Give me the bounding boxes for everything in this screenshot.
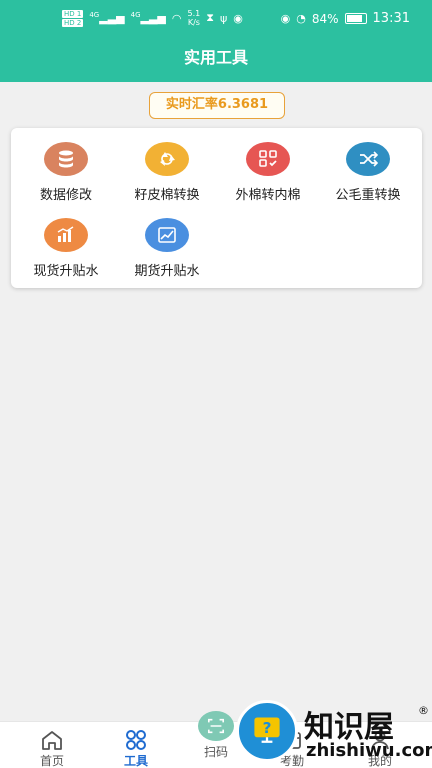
nav-label: 工具	[123, 754, 148, 768]
app-header: HD 1 HD 2 4G▂▃▅ 4G▂▃▅ ◠ 5.1 K/s ⧗ ψ ◉ ◉ …	[0, 0, 432, 82]
status-right: ◉ ◔ 84% 13:31	[281, 11, 410, 26]
recycle-icon	[145, 142, 189, 176]
signal-2-icon: 4G▂▃▅	[130, 11, 166, 25]
grid-check-icon	[246, 142, 290, 176]
tools-card: 数据修改 籽皮棉转换 外棉转内棉 公毛重转换 现货升贴水 期货升贴水	[11, 128, 422, 288]
hd1-label: HD 1	[62, 9, 84, 18]
apps-icon	[126, 730, 146, 750]
bar-chart-icon	[44, 218, 88, 252]
tool-label: 现货升贴水	[33, 264, 99, 279]
hourglass-icon: ⧗	[206, 11, 214, 24]
wifi-icon: ◠	[171, 11, 182, 25]
scan-icon	[198, 711, 234, 741]
tool-label: 数据修改	[39, 188, 92, 203]
nav-label: 首页	[39, 754, 64, 768]
watermark-domain: zhishiwu.com	[306, 740, 432, 761]
exchange-rate-badge[interactable]: 实时汇率6.3681	[149, 92, 285, 119]
tool-spot-basis[interactable]: 现货升贴水	[15, 218, 117, 279]
tool-label: 期货升贴水	[134, 264, 200, 279]
clock: 13:31	[372, 11, 410, 26]
nav-label: 扫码	[203, 745, 228, 759]
signal-1-icon: 4G▂▃▅	[89, 11, 125, 25]
line-chart-icon	[145, 218, 189, 252]
home-icon	[42, 731, 62, 750]
tool-label: 外棉转内棉	[235, 188, 301, 203]
page-title: 实用工具	[183, 48, 248, 67]
hd-indicator: HD 1 HD 2	[62, 9, 84, 27]
tool-foreign-to-domestic[interactable]: 外棉转内棉	[217, 142, 319, 203]
status-left: HD 1 HD 2 4G▂▃▅ 4G▂▃▅ ◠ 5.1 K/s ⧗ ψ ◉	[62, 9, 243, 27]
battery-icon	[344, 13, 367, 24]
shuffle-icon	[346, 142, 390, 176]
nav-home[interactable]: 首页	[22, 729, 82, 768]
battery-percent: 84%	[311, 11, 339, 26]
status-bar: HD 1 HD 2 4G▂▃▅ 4G▂▃▅ ◠ 5.1 K/s ⧗ ψ ◉ ◉ …	[0, 0, 432, 38]
tool-weight-convert[interactable]: 公毛重转换	[317, 142, 419, 203]
speed-value: 5.1	[187, 9, 201, 18]
usb-icon: ψ	[219, 11, 228, 25]
watermark-help-icon: ?	[236, 700, 298, 762]
speed-unit: K/s	[187, 18, 200, 27]
tool-label: 公毛重转换	[335, 188, 401, 203]
watermark-registered: ®	[418, 704, 429, 717]
tool-seed-cotton-convert[interactable]: 籽皮棉转换	[116, 142, 218, 203]
network-speed: 5.1 K/s	[188, 9, 201, 27]
battery-fill	[346, 15, 362, 22]
svg-text:?: ?	[263, 719, 272, 737]
eye-icon: ◉	[280, 12, 291, 25]
tool-label: 籽皮棉转换	[134, 188, 200, 203]
hd2-label: HD 2	[62, 18, 84, 27]
nav-tools[interactable]: 工具	[106, 729, 166, 768]
tool-data-modify[interactable]: 数据修改	[15, 142, 117, 203]
tool-futures-basis[interactable]: 期货升贴水	[116, 218, 218, 279]
eye-shield-icon: ◉	[233, 11, 243, 25]
alarm-icon: ◔	[296, 12, 306, 25]
database-icon	[44, 142, 88, 176]
